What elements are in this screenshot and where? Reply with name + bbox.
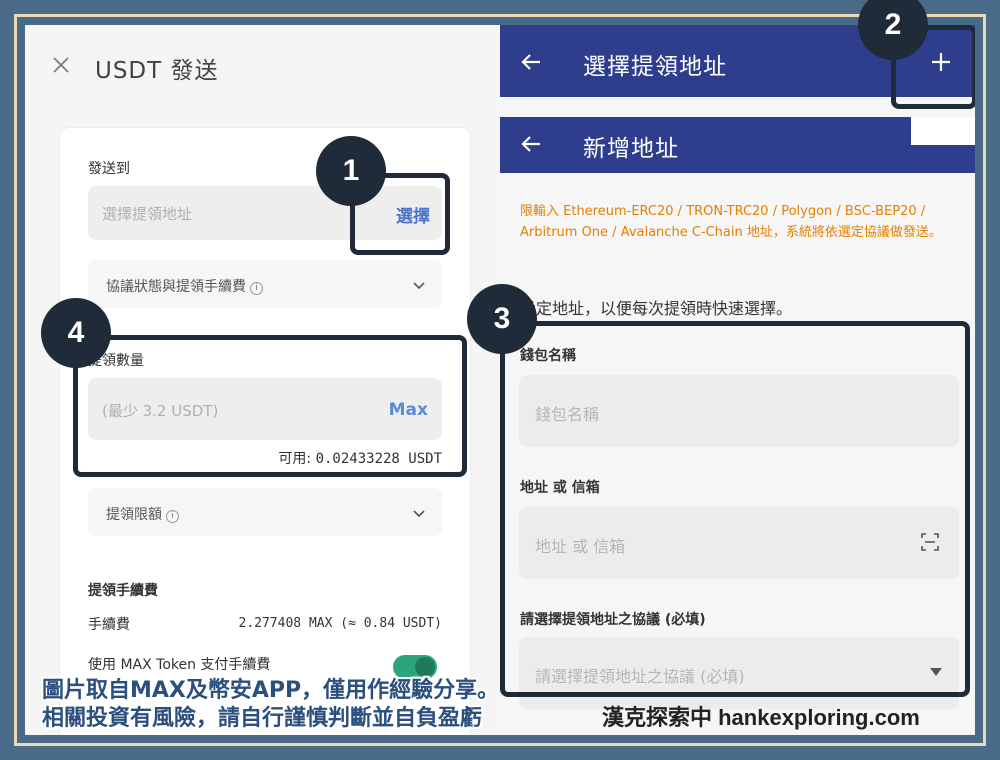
protocol-fee-accordion[interactable]: 協議狀態與提領手續費 i — [88, 260, 442, 308]
send-to-label: 發送到 — [88, 161, 130, 177]
step-badge-3: 3 — [467, 284, 537, 354]
screenshot-canvas: USDT 發送 發送到 選擇提領地址 選擇 協議狀態與提領手續費 i 提領數量 (… — [25, 25, 975, 735]
select-address-title: 選擇提領地址 — [583, 54, 727, 80]
header-cutout — [911, 117, 975, 145]
fee-label: 手續費 — [88, 617, 130, 633]
step-badge-1: 1 — [316, 136, 386, 206]
network-warning: 限輸入 Ethereum-ERC20 / TRON-TRC20 / Polygo… — [520, 204, 942, 240]
info-icon[interactable]: i — [166, 510, 179, 523]
page-title: USDT 發送 — [95, 58, 219, 84]
highlight-box-4 — [73, 335, 467, 477]
address-placeholder: 選擇提領地址 — [102, 205, 193, 223]
step-badge-4: 4 — [41, 298, 111, 368]
fee-value: 2.277408 MAX (≈ 0.84 USDT) — [238, 616, 443, 631]
protocol-fee-label: 協議狀態與提領手續費 — [106, 279, 246, 295]
withdraw-limit-accordion[interactable]: 提領限額 i — [88, 488, 442, 536]
back-arrow-icon[interactable] — [520, 51, 542, 73]
close-icon[interactable] — [51, 55, 71, 75]
highlight-box-3 — [500, 321, 970, 697]
fee-section-label: 提領手續費 — [88, 583, 158, 599]
brand-watermark: 漢克探索中 hankexploring.com — [602, 705, 920, 730]
address-hint: 設定地址，以便每次提領時快速選擇。 — [520, 299, 793, 318]
back-arrow-icon[interactable] — [520, 133, 542, 155]
max-token-label: 使用 MAX Token 支付手續費 — [88, 657, 271, 673]
chevron-down-icon — [413, 510, 425, 518]
limit-label: 提領限額 — [106, 507, 162, 523]
disclaimer-line-2: 相關投資有風險，請自行謹慎判斷並自負盈虧 — [42, 706, 483, 731]
chevron-down-icon — [413, 282, 425, 290]
info-icon[interactable]: i — [250, 282, 263, 295]
add-address-header: 新增地址 — [500, 117, 975, 173]
add-address-title: 新增地址 — [583, 136, 679, 162]
